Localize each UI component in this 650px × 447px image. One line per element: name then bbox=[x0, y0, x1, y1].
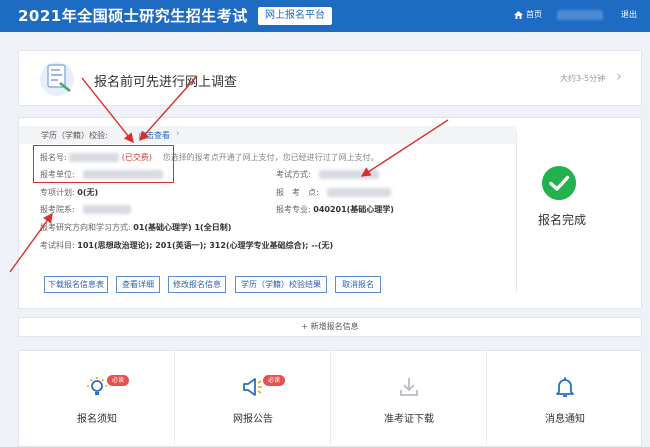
special-plan-value: 0(无) bbox=[77, 188, 99, 197]
edit-info-button[interactable]: 修改报名信息 bbox=[168, 276, 226, 293]
exam-mode-redacted bbox=[319, 170, 380, 179]
card-label: 准考证下载 bbox=[384, 414, 434, 425]
special-plan-row: 专项计划: 0(无) bbox=[40, 187, 98, 198]
exam-site-label: 报 考 点: bbox=[276, 188, 319, 197]
survey-icon bbox=[40, 62, 74, 96]
chevron-right-icon: › bbox=[176, 129, 180, 139]
add-registration-button[interactable]: + 新增报名信息 bbox=[18, 317, 642, 337]
card-announcement[interactable]: 必读 网报公告 bbox=[175, 351, 331, 447]
status-label: 报名完成 bbox=[538, 213, 587, 227]
exam-site-row: 报 考 点: bbox=[276, 187, 392, 198]
department-label: 报考院系: bbox=[40, 205, 75, 214]
card-admission-ticket[interactable]: 准考证下载 bbox=[331, 351, 487, 447]
exam-mode-label: 考试方式: bbox=[276, 170, 311, 179]
home-link[interactable]: 首页 bbox=[514, 9, 542, 20]
download-info-button[interactable]: 下载报名信息表 bbox=[44, 276, 108, 293]
card-notice[interactable]: 必读 报名须知 bbox=[19, 351, 175, 447]
subjects-label: 考试科目: bbox=[40, 241, 75, 250]
quick-links: 必读 报名须知 必读 网报公告 准考证下载 消息通知 bbox=[18, 350, 642, 447]
card-label: 报名须知 bbox=[77, 414, 117, 425]
app-title: 2021年全国硕士研究生招生考试 bbox=[18, 7, 248, 25]
add-registration-label: 新增报名信息 bbox=[310, 322, 359, 331]
check-circle-icon bbox=[542, 166, 576, 200]
department-redacted bbox=[83, 205, 132, 214]
direction-label: 报考研究方向和学习方式: bbox=[40, 223, 131, 232]
divider bbox=[516, 132, 517, 292]
survey-text: 报名前可先进行网上调查 bbox=[94, 75, 238, 90]
lightbulb-icon bbox=[87, 377, 107, 395]
view-details-button[interactable]: 查看详细 bbox=[116, 276, 160, 293]
verify-link[interactable]: 点击查看 bbox=[138, 130, 170, 141]
major-row: 报考专业: 040201(基础心理学) bbox=[276, 204, 394, 215]
top-bar: 2021年全国硕士研究生招生考试 网上报名平台 首页 退出 bbox=[0, 0, 650, 32]
username-redacted bbox=[557, 10, 603, 20]
survey-card[interactable]: 报名前可先进行网上调查 大约3-5分钟 › bbox=[18, 50, 642, 106]
home-label: 首页 bbox=[526, 10, 542, 19]
annotation-box bbox=[33, 145, 174, 183]
direction-row: 报考研究方向和学习方式: 01(基础心理学) 1(全日制) bbox=[40, 222, 231, 233]
survey-duration: 大约3-5分钟 bbox=[560, 74, 606, 83]
must-read-badge: 必读 bbox=[107, 375, 129, 386]
home-icon bbox=[514, 10, 523, 19]
card-label: 网报公告 bbox=[233, 414, 273, 425]
subjects-row: 考试科目: 101(思想政治理论); 201(英语一); 312(心理学专业基础… bbox=[40, 240, 333, 251]
exam-mode-row: 考试方式: bbox=[276, 169, 380, 180]
verify-label: 学历（学籍）校验: bbox=[41, 131, 108, 140]
plus-icon: + bbox=[301, 322, 311, 331]
special-plan-label: 专项计划: bbox=[40, 188, 75, 197]
megaphone-icon bbox=[243, 378, 262, 396]
chevron-right-icon: › bbox=[616, 67, 622, 85]
exam-site-redacted bbox=[327, 188, 392, 197]
major-label: 报考专业: bbox=[276, 205, 311, 214]
subjects-value: 101(思想政治理论); 201(英语一); 312(心理学专业基础综合); -… bbox=[77, 241, 334, 250]
department-row: 报考院系: bbox=[40, 204, 132, 215]
platform-tag: 网上报名平台 bbox=[258, 7, 332, 25]
card-messages[interactable]: 消息通知 bbox=[487, 351, 643, 447]
download-icon bbox=[400, 378, 418, 396]
cancel-registration-button[interactable]: 取消报名 bbox=[335, 276, 381, 293]
direction-value: 01(基础心理学) 1(全日制) bbox=[133, 223, 232, 232]
card-label: 消息通知 bbox=[545, 414, 585, 425]
must-read-badge: 必读 bbox=[263, 375, 285, 386]
major-value: 040201(基础心理学) bbox=[313, 205, 394, 214]
logout-link[interactable]: 退出 bbox=[621, 9, 637, 20]
verify-result-button[interactable]: 学历（学籍）校验结果 bbox=[235, 276, 327, 293]
bell-icon bbox=[556, 377, 574, 397]
verify-bar: 学历（学籍）校验: 点击查看 › bbox=[19, 126, 516, 144]
paid-hint: 您选择的报考点开通了网上支付，您已经进行过了网上支付。 bbox=[162, 153, 379, 162]
